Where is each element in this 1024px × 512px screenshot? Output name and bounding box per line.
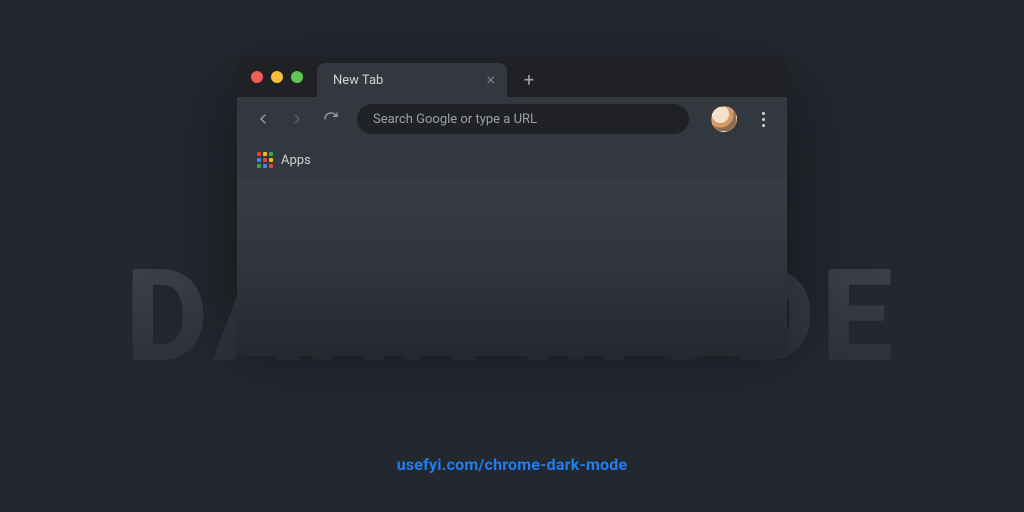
footer-link-row: usefyi.com/chrome-dark-mode (0, 455, 1024, 474)
apps-shortcut[interactable]: Apps (251, 148, 317, 172)
kebab-dot-icon (762, 118, 765, 121)
tab-strip: New Tab × + (237, 57, 787, 97)
active-tab[interactable]: New Tab × (317, 63, 507, 97)
arrow-right-icon (289, 111, 305, 127)
stage: DARK MODE New Tab × + (0, 0, 1024, 512)
close-window-button[interactable] (251, 71, 263, 83)
apps-label: Apps (281, 153, 311, 168)
chrome-menu-button[interactable] (751, 105, 775, 133)
address-input[interactable] (373, 112, 673, 127)
minimize-window-button[interactable] (271, 71, 283, 83)
tab-title: New Tab (333, 73, 383, 88)
maximize-window-button[interactable] (291, 71, 303, 83)
reload-icon (323, 111, 339, 127)
browser-window: New Tab × + (237, 57, 787, 356)
close-tab-button[interactable]: × (486, 72, 495, 88)
page-content (237, 179, 787, 356)
bookmarks-bar: Apps (237, 141, 787, 179)
omnibox[interactable] (357, 104, 689, 134)
apps-grid-icon (257, 152, 273, 168)
new-tab-button[interactable]: + (515, 66, 543, 94)
arrow-left-icon (255, 111, 271, 127)
profile-avatar[interactable] (711, 106, 737, 132)
source-link[interactable]: usefyi.com/chrome-dark-mode (397, 455, 628, 474)
kebab-dot-icon (762, 124, 765, 127)
forward-button[interactable] (283, 105, 311, 133)
back-button[interactable] (249, 105, 277, 133)
reload-button[interactable] (317, 105, 345, 133)
window-controls (247, 57, 317, 97)
toolbar (237, 97, 787, 141)
kebab-dot-icon (762, 112, 765, 115)
